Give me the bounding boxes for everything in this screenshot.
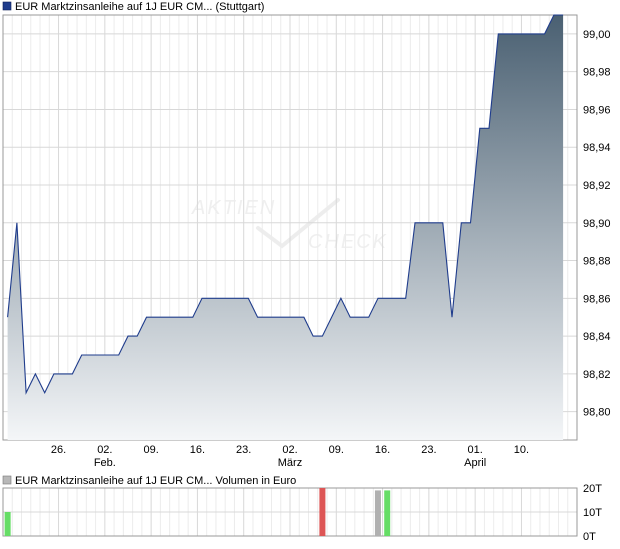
chart-root: EUR Marktzinsanleihe auf 1J EUR CM... (S… [0, 0, 620, 546]
price-y-tick-label: 98,86 [583, 293, 611, 305]
volume-bar [374, 490, 381, 536]
price-y-tick-label: 99,00 [583, 29, 611, 41]
price-area [7, 14, 564, 440]
price-area-fill [7, 15, 564, 440]
volume-chart-title: EUR Marktzinsanleihe auf 1J EUR CM... Vo… [15, 475, 296, 487]
price-y-tick-label: 98,84 [583, 331, 611, 343]
x-tick-label: 23. [236, 444, 251, 456]
x-tick-label: 16. [190, 444, 205, 456]
x-tick-label: 02. [282, 444, 297, 456]
volume-grid [2, 487, 578, 537]
volume-bar [4, 512, 11, 536]
price-chart-title: EUR Marktzinsanleihe auf 1J EUR CM... (S… [15, 1, 264, 13]
volume-y-tick-label: 20T [583, 483, 602, 495]
volume-legend-square [2, 475, 12, 485]
x-tick-month-label: März [278, 457, 302, 469]
x-tick-label: 01. [468, 444, 483, 456]
volume-y-tick-label: 10T [583, 507, 602, 519]
price-y-tick-label: 98,80 [583, 407, 611, 419]
price-y-tick-label: 98,90 [583, 218, 611, 230]
x-tick-label: 09. [143, 444, 158, 456]
volume-axis: 20T 10T 0T [583, 483, 602, 543]
x-tick-label: 02. [97, 444, 112, 456]
price-y-tick-label: 98,88 [583, 256, 611, 268]
price-y-tick-label: 98,96 [583, 104, 611, 116]
x-tick-label: 16. [375, 444, 390, 456]
x-tick-label: 10. [514, 444, 529, 456]
watermark-text-aktien: AKTIEN [191, 197, 276, 219]
x-tick-month-label: April [464, 457, 486, 469]
x-tick-label: 23. [421, 444, 436, 456]
volume-bar [384, 490, 391, 536]
price-y-tick-label: 98,98 [583, 67, 611, 79]
x-tick-month-label: Feb. [94, 457, 116, 469]
watermark-text-check: CHECK [308, 231, 388, 253]
price-y-tick-label: 98,82 [583, 369, 611, 381]
price-legend-square [2, 1, 12, 11]
price-y-tick-label: 98,94 [583, 142, 611, 154]
price-y-tick-label: 98,92 [583, 180, 611, 192]
x-tick-label: 09. [329, 444, 344, 456]
volume-bar [319, 488, 326, 536]
chart-svg: EUR Marktzinsanleihe auf 1J EUR CM... (S… [2, 1, 611, 543]
x-tick-label: 26. [51, 444, 66, 456]
volume-y-tick-label: 0T [583, 531, 596, 543]
